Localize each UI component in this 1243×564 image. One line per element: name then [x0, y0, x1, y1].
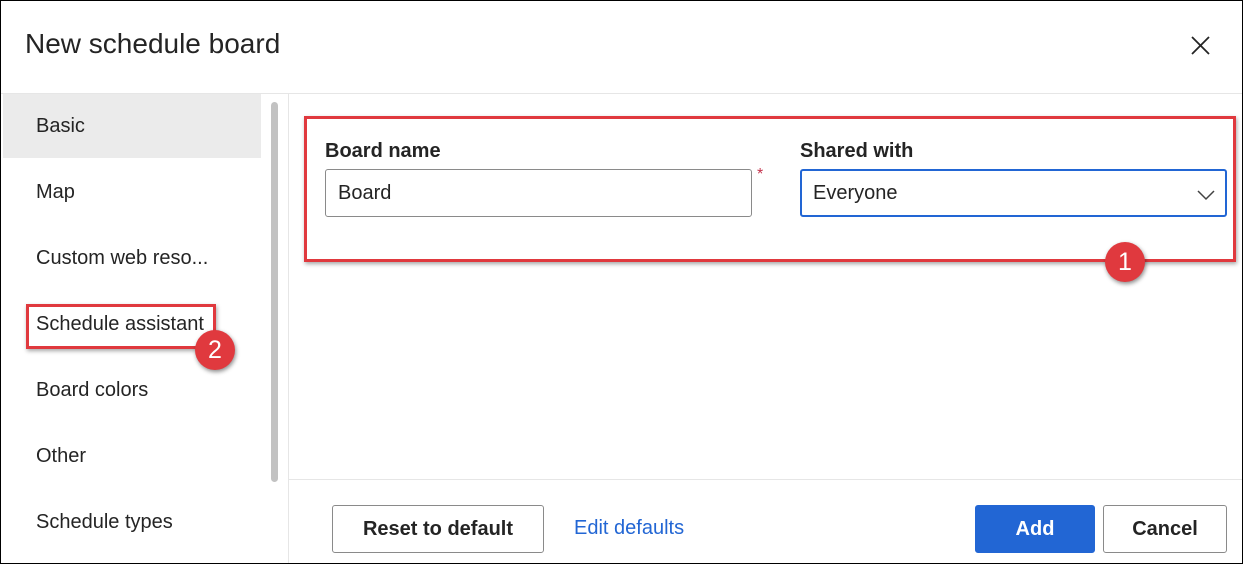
- board-name-label: Board name: [325, 140, 441, 162]
- sidebar-item-label: Schedule assistant: [36, 312, 204, 335]
- sidebar-item-map[interactable]: Map: [3, 160, 261, 224]
- dialog-title: New schedule board: [25, 28, 281, 59]
- dialog-footer: Reset to default Edit defaults Add Cance…: [289, 479, 1242, 564]
- sidebar-item-label: Map: [36, 180, 75, 203]
- new-schedule-board-dialog: New schedule board Basic Map Custom web …: [0, 0, 1243, 564]
- settings-sidebar: Basic Map Custom web reso... Schedule as…: [1, 94, 289, 563]
- dialog-header: New schedule board: [1, 1, 1242, 94]
- sidebar-item-schedule-types[interactable]: Schedule types: [3, 490, 261, 554]
- sidebar-item-custom-web-resource[interactable]: Custom web reso...: [3, 226, 261, 290]
- chevron-down-icon: [1197, 185, 1215, 208]
- shared-with-dropdown[interactable]: Everyone: [800, 169, 1227, 217]
- sidebar-item-label: Custom web reso...: [36, 246, 209, 269]
- sidebar-item-label: Other: [36, 444, 87, 467]
- sidebar-item-label: Basic: [36, 114, 85, 137]
- sidebar-scrollbar[interactable]: [271, 102, 278, 482]
- sidebar-item-label: Board colors: [36, 378, 149, 401]
- shared-with-value: Everyone: [813, 181, 898, 204]
- sidebar-item-label: Schedule types: [36, 510, 173, 533]
- board-name-input[interactable]: Board: [325, 169, 752, 217]
- basic-settings-panel: Board name Board * Shared with Everyone: [289, 94, 1242, 479]
- reset-to-default-button[interactable]: Reset to default: [332, 505, 544, 553]
- close-icon: [1191, 36, 1210, 55]
- required-marker: *: [757, 166, 764, 183]
- cancel-button[interactable]: Cancel: [1103, 505, 1227, 553]
- close-button[interactable]: [1184, 29, 1216, 61]
- sidebar-item-basic[interactable]: Basic: [3, 94, 261, 158]
- edit-defaults-link[interactable]: Edit defaults: [574, 517, 684, 540]
- annotation-badge-2: 2: [195, 330, 235, 370]
- add-button[interactable]: Add: [975, 505, 1095, 553]
- sidebar-item-other[interactable]: Other: [3, 424, 261, 488]
- annotation-badge-1: 1: [1105, 242, 1145, 282]
- shared-with-label: Shared with: [800, 140, 914, 162]
